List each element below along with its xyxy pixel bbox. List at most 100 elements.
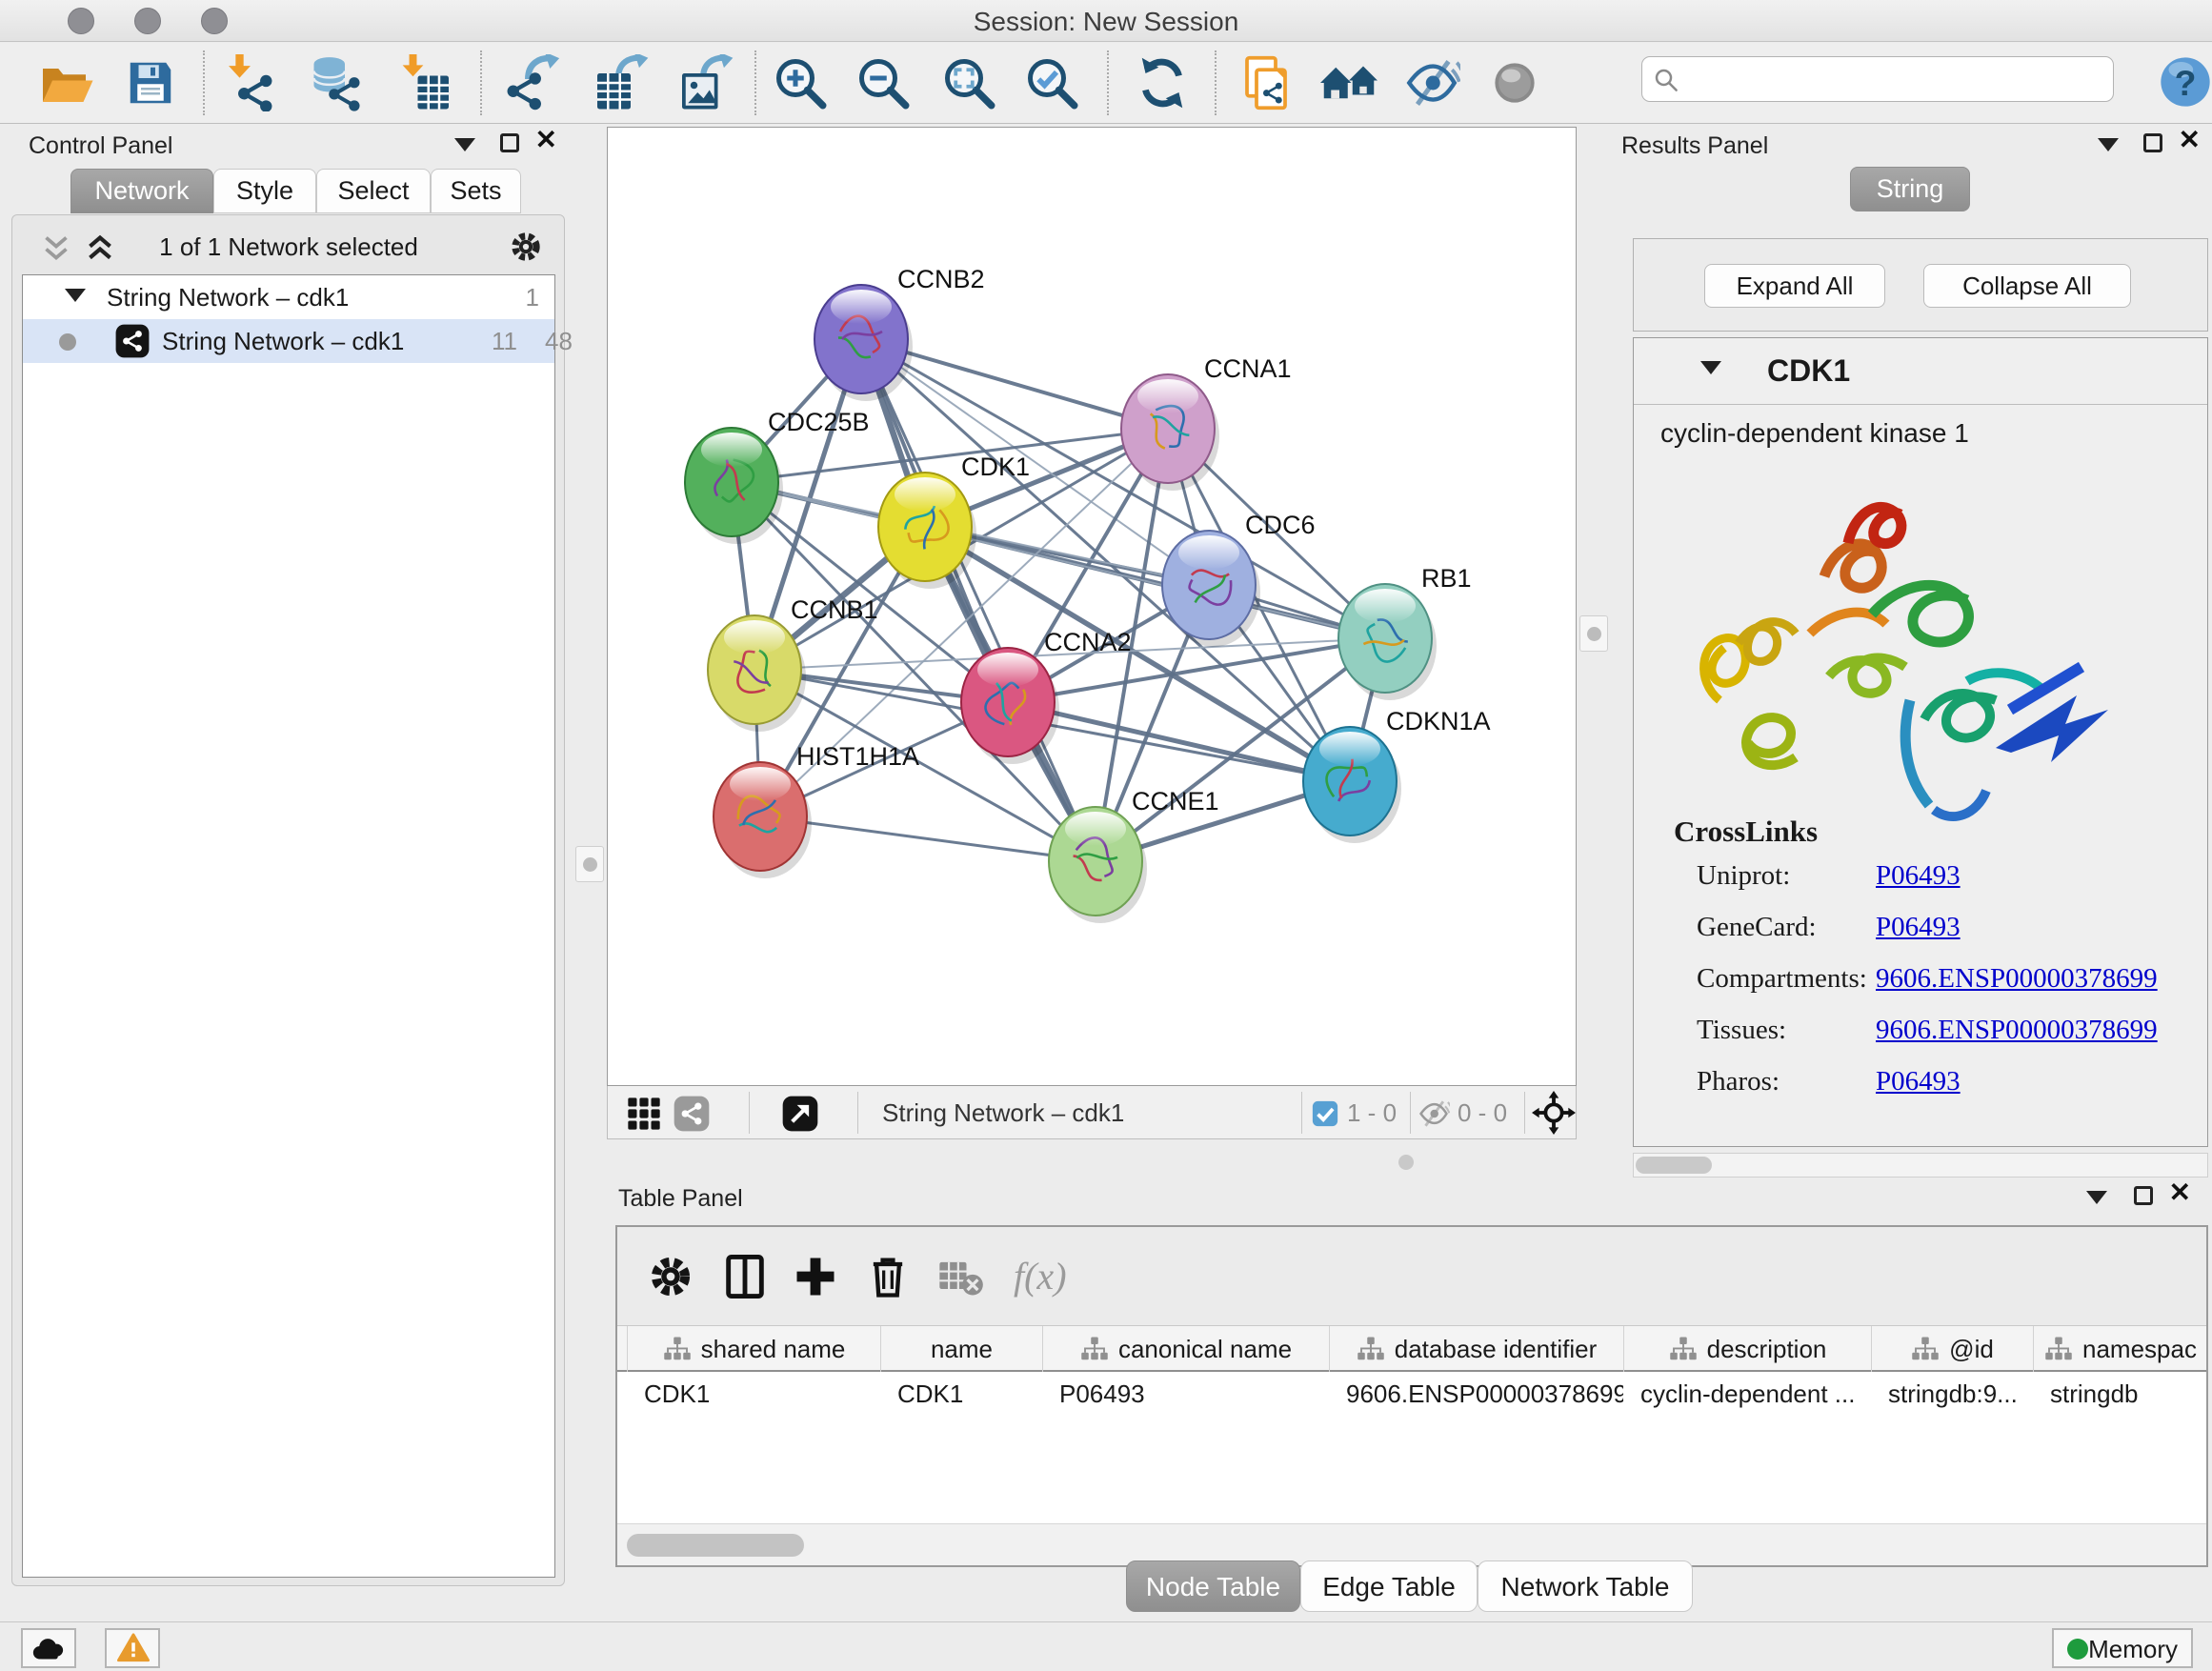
column-header-namespac[interactable]: namespac [2033, 1326, 2207, 1372]
save-session-button[interactable] [122, 54, 179, 111]
table-cell[interactable]: stringdb:9... [1871, 1379, 2033, 1409]
network-node-CDKN1A[interactable]: CDKN1A [1303, 707, 1491, 843]
network-options-gear-icon[interactable] [508, 229, 544, 265]
tab-node-table[interactable]: Node Table [1126, 1560, 1300, 1612]
network-node-CCNB2[interactable]: CCNB2 [814, 265, 985, 401]
control-panel-collapse-icon[interactable] [454, 138, 475, 151]
table-row[interactable]: CDK1CDK1P064939606.ENSP00000378699cyclin… [617, 1372, 2206, 1416]
crosslink-link[interactable]: P06493 [1876, 912, 1961, 943]
left-splitter-handle[interactable] [575, 846, 604, 882]
network-canvas[interactable]: CCNB2CCNA1CDC25BCDK1CDC6RB1CCNB1CCNA2CDK… [607, 127, 1577, 1086]
network-node-RB1[interactable]: RB1 [1338, 564, 1472, 700]
import-table-button[interactable] [396, 54, 453, 111]
warnings-button[interactable] [105, 1628, 160, 1668]
tree-expander-icon[interactable] [65, 289, 86, 302]
table-horizontal-scrollbar[interactable] [617, 1523, 2206, 1565]
tab-style[interactable]: Style [213, 169, 316, 213]
open-session-button[interactable] [38, 54, 95, 111]
column-header-canonical-name[interactable]: canonical name [1042, 1326, 1329, 1372]
search-field[interactable] [1641, 56, 2114, 102]
results-panel-collapse-icon[interactable] [2098, 138, 2119, 151]
table-panel-collapse-icon[interactable] [2086, 1191, 2107, 1204]
hide-panels-button[interactable] [1403, 54, 1460, 111]
grid-view-icon[interactable] [625, 1095, 663, 1133]
clone-network-button[interactable] [1237, 54, 1295, 111]
expand-all-button[interactable]: Expand All [1704, 264, 1885, 308]
zoom-in-button[interactable] [772, 54, 829, 111]
control-panel-float-icon[interactable] [500, 133, 519, 152]
fit-selected-crosshair-icon[interactable] [1532, 1091, 1576, 1135]
crosslink-link[interactable]: P06493 [1876, 860, 1961, 892]
string-home-button[interactable] [1320, 54, 1377, 111]
table-cell[interactable]: P06493 [1042, 1379, 1329, 1409]
tab-edge-table[interactable]: Edge Table [1300, 1560, 1478, 1612]
column-label: shared name [701, 1335, 846, 1364]
delete-column-icon[interactable] [863, 1252, 913, 1301]
table-cell[interactable]: 9606.ENSP00000378699 [1329, 1379, 1623, 1409]
table-options-gear-icon[interactable] [646, 1252, 695, 1301]
crosslink-link[interactable]: P06493 [1876, 1066, 1961, 1097]
column-header-database-identifier[interactable]: database identifier [1329, 1326, 1623, 1372]
node-label-CDKN1A: CDKN1A [1386, 707, 1491, 735]
tab-select[interactable]: Select [316, 169, 431, 213]
cloud-button[interactable] [21, 1628, 76, 1668]
export-table-button[interactable] [593, 54, 650, 111]
table-cell[interactable]: CDK1 [627, 1379, 880, 1409]
network-node-CCNB1[interactable]: CCNB1 [708, 595, 878, 732]
tab-network[interactable]: Network [70, 169, 213, 213]
network-tree-network-row[interactable]: String Network – cdk1 11 48 [23, 319, 554, 363]
refresh-view-button[interactable] [1134, 54, 1191, 111]
add-column-icon[interactable] [791, 1252, 840, 1301]
table-cell[interactable]: cyclin-dependent ... [1623, 1379, 1871, 1409]
string-network-graph[interactable]: CCNB2CCNA1CDC25BCDK1CDC6RB1CCNB1CCNA2CDK… [608, 128, 1576, 1085]
node-label-CDC25B: CDC25B [768, 408, 870, 436]
memory-button[interactable]: Memory [2052, 1628, 2193, 1668]
zoom-out-button[interactable] [855, 54, 912, 111]
network-edge-CCNB2-CCNE1[interactable] [861, 339, 1096, 861]
import-network-button[interactable] [223, 54, 280, 111]
right-splitter-handle[interactable] [1579, 615, 1608, 652]
column-header--id[interactable]: @id [1871, 1326, 2033, 1372]
bottom-splitter-handle[interactable] [1398, 1155, 1414, 1170]
tab-string[interactable]: String [1850, 167, 1970, 211]
network-node-CDC6[interactable]: CDC6 [1162, 511, 1316, 647]
import-network-database-button[interactable] [307, 54, 364, 111]
inspect-mode-button[interactable] [1486, 54, 1543, 111]
table-cell[interactable]: stringdb [2033, 1379, 2207, 1409]
show-columns-icon[interactable] [720, 1252, 770, 1301]
results-scrollbar[interactable] [1633, 1153, 2208, 1178]
results-panel-close-icon[interactable]: ✕ [2179, 131, 2201, 150]
results-panel-float-icon[interactable] [2143, 133, 2162, 152]
export-image-button[interactable] [677, 54, 734, 111]
results-expand-box: Expand All Collapse All [1633, 238, 2208, 332]
network-node-CDC25B[interactable]: CDC25B [685, 408, 870, 544]
network-tree-collection-row[interactable]: String Network – cdk1 1 [23, 275, 554, 319]
tab-sets[interactable]: Sets [431, 169, 521, 213]
selected-checkbox-icon[interactable] [1311, 1099, 1339, 1128]
network-node-CDK1[interactable]: CDK1 [878, 453, 1030, 589]
column-header-name[interactable]: name [880, 1326, 1042, 1372]
column-header-description[interactable]: description [1623, 1326, 1871, 1372]
control-panel-close-icon[interactable]: ✕ [535, 131, 557, 150]
search-input[interactable] [1688, 61, 2098, 97]
crosslink-link[interactable]: 9606.ENSP00000378699 [1876, 963, 2158, 995]
table-panel-close-icon[interactable]: ✕ [2169, 1183, 2191, 1202]
zoom-selected-button[interactable] [1023, 54, 1080, 111]
share-view-icon[interactable] [673, 1095, 711, 1133]
network-node-CCNA1[interactable]: CCNA1 [1121, 354, 1292, 491]
export-network-button[interactable] [504, 54, 561, 111]
help-button[interactable] [2159, 55, 2212, 109]
table-cell[interactable]: CDK1 [880, 1379, 1042, 1409]
tab-network-table[interactable]: Network Table [1478, 1560, 1693, 1612]
birdseye-view-icon[interactable] [781, 1095, 819, 1133]
table-panel-float-icon[interactable] [2134, 1186, 2153, 1205]
collapse-all-button[interactable]: Collapse All [1923, 264, 2131, 308]
crosslink-link[interactable]: 9606.ENSP00000378699 [1876, 1015, 2158, 1046]
column-header-shared-name[interactable]: shared name [627, 1326, 880, 1372]
network-node-CCNE1[interactable]: CCNE1 [1049, 787, 1219, 923]
gene-card-expander-icon[interactable] [1700, 361, 1721, 374]
zoom-fit-button[interactable] [940, 54, 997, 111]
toolbar-divider [754, 50, 756, 115]
gene-card-header[interactable]: CDK1 [1634, 338, 2207, 405]
network-node-HIST1H1A[interactable]: HIST1H1A [714, 742, 919, 878]
